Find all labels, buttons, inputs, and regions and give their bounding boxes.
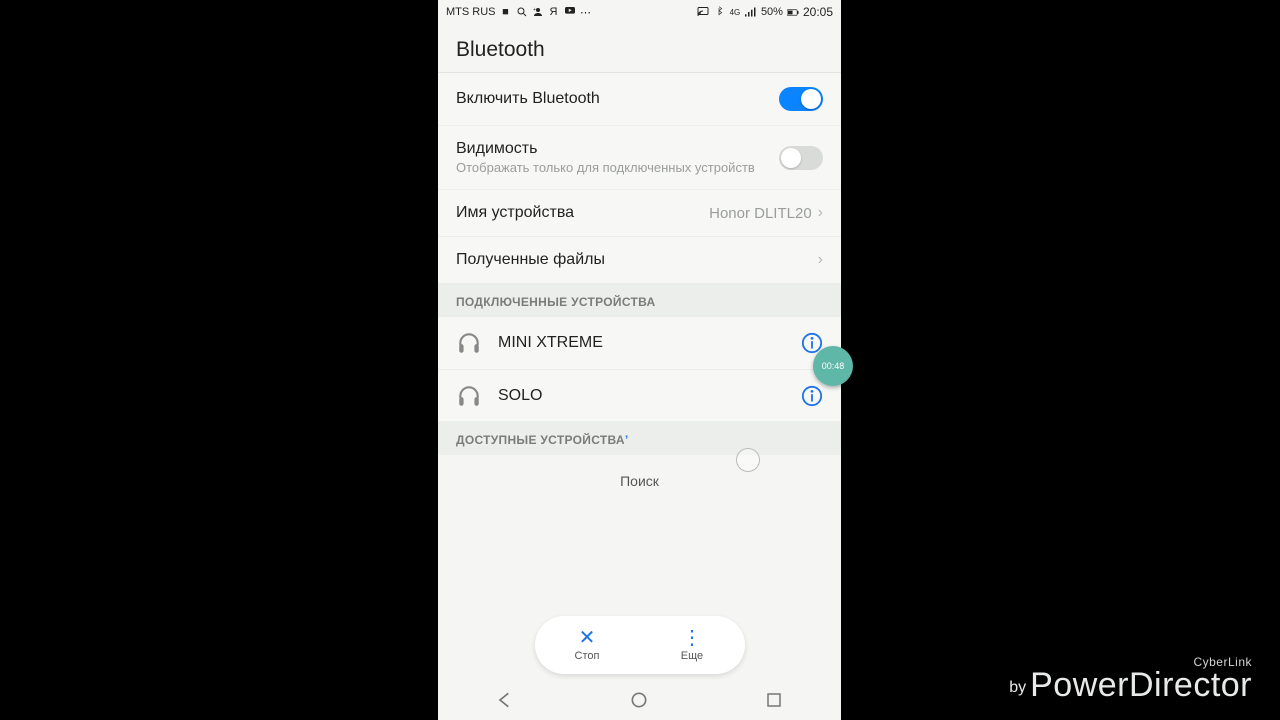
yandex-icon: Я bbox=[548, 6, 560, 18]
watermark-top: CyberLink bbox=[1009, 656, 1252, 668]
status-bar: MTS RUS ■ + Я ⋯ 4G 50% bbox=[438, 0, 841, 24]
received-files-label: Полученные файлы bbox=[456, 251, 818, 269]
nav-home-button[interactable] bbox=[627, 688, 651, 712]
chevron-right-icon: › bbox=[818, 204, 823, 222]
phone-frame: MTS RUS ■ + Я ⋯ 4G 50% bbox=[438, 0, 841, 720]
more-vertical-icon: ⋮ bbox=[682, 628, 702, 648]
searching-label: Поиск bbox=[438, 455, 841, 493]
headphones-icon bbox=[456, 330, 482, 356]
more-icon: ⋯ bbox=[580, 6, 592, 18]
device-name: SOLO bbox=[498, 387, 801, 405]
svg-text:+: + bbox=[533, 7, 536, 13]
page-title: Bluetooth bbox=[438, 24, 841, 73]
info-icon[interactable] bbox=[801, 385, 823, 407]
more-button[interactable]: ⋮ Еще bbox=[640, 616, 745, 674]
signal-icon: 4G bbox=[729, 6, 741, 18]
watermark: CyberLink byPowerDirector bbox=[1009, 656, 1252, 702]
visibility-sub: Отображать только для подключенных устро… bbox=[456, 160, 779, 175]
available-devices-header: ДОСТУПНЫЕ УСТРОЙСТВАʼ bbox=[438, 421, 841, 455]
bluetooth-icon bbox=[713, 6, 725, 18]
youtube-icon bbox=[564, 6, 576, 18]
device-row[interactable]: MINI XTREME bbox=[438, 317, 841, 369]
screen-record-badge[interactable]: 00:48 bbox=[813, 346, 853, 386]
watermark-main: PowerDirector bbox=[1030, 666, 1252, 704]
close-icon: ✕ bbox=[579, 628, 596, 648]
nav-recent-button[interactable] bbox=[762, 688, 786, 712]
chevron-right-icon: › bbox=[818, 251, 823, 269]
battery-percent: 50% bbox=[761, 6, 783, 18]
device-name-label: Имя устройства bbox=[456, 204, 709, 222]
row-enable-bluetooth[interactable]: Включить Bluetooth bbox=[438, 73, 841, 126]
visibility-toggle[interactable] bbox=[779, 146, 823, 170]
cell-bars-icon bbox=[745, 6, 757, 18]
clock: 20:05 bbox=[803, 5, 833, 19]
carrier-label: MTS RUS bbox=[446, 6, 496, 18]
person-add-icon: + bbox=[532, 6, 544, 18]
device-row[interactable]: SOLO bbox=[438, 369, 841, 421]
android-nav-bar bbox=[438, 680, 841, 720]
row-visibility[interactable]: Видимость Отображать только для подключе… bbox=[438, 126, 841, 190]
battery-icon bbox=[787, 6, 799, 18]
row-device-name[interactable]: Имя устройства Honor DLITL20 › bbox=[438, 190, 841, 237]
stop-button[interactable]: ✕ Стоп bbox=[535, 616, 640, 674]
nav-back-button[interactable] bbox=[493, 688, 517, 712]
bluetooth-toggle[interactable] bbox=[779, 87, 823, 111]
bottom-action-bar: ✕ Стоп ⋮ Еще bbox=[535, 616, 745, 674]
enable-bt-label: Включить Bluetooth bbox=[456, 90, 779, 108]
battery-small-icon: ■ bbox=[500, 6, 512, 18]
touch-indicator bbox=[736, 448, 760, 472]
row-received-files[interactable]: Полученные файлы › bbox=[438, 237, 841, 283]
visibility-label: Видимость bbox=[456, 140, 779, 158]
cast-icon bbox=[697, 6, 709, 18]
headphones-icon bbox=[456, 383, 482, 409]
search-icon bbox=[516, 6, 528, 18]
watermark-by: by bbox=[1009, 679, 1026, 696]
connected-devices-header: ПОДКЛЮЧЕННЫЕ УСТРОЙСТВА bbox=[438, 283, 841, 317]
device-name: MINI XTREME bbox=[498, 334, 801, 352]
device-name-value: Honor DLITL20 bbox=[709, 205, 812, 222]
